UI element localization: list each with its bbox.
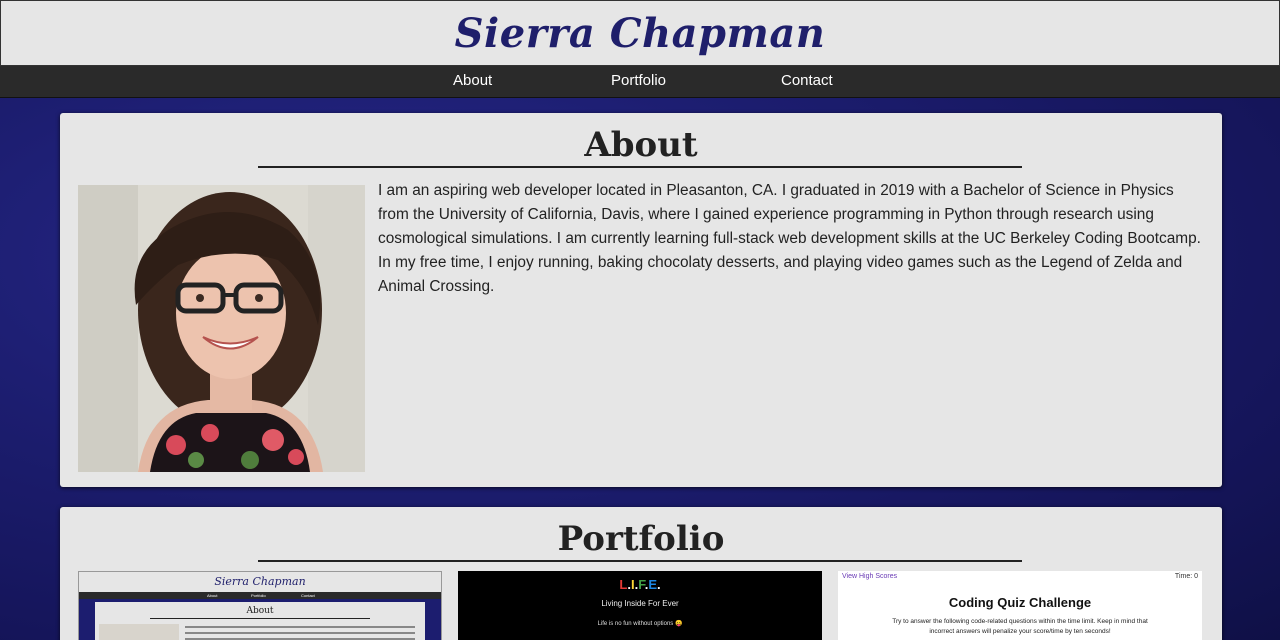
- life-title: L.I.F.E.: [458, 577, 822, 592]
- mini-about-heading: About: [246, 606, 274, 616]
- about-divider: [258, 166, 1022, 168]
- navbar: About Portfolio Contact: [0, 66, 1280, 98]
- mini-nav-contact: Contact: [301, 593, 315, 598]
- life-title-letter: .: [657, 577, 661, 592]
- nav-portfolio-link[interactable]: Portfolio: [611, 72, 666, 89]
- nav-contact-link[interactable]: Contact: [781, 72, 833, 89]
- mini-about-card: About: [95, 602, 425, 640]
- mini-text-lines: [185, 622, 415, 640]
- about-section: About I am an aspiring web developer loc…: [60, 113, 1222, 487]
- life-title-letter: E: [648, 577, 657, 592]
- site-header: Sierra Chapman: [0, 0, 1280, 66]
- profile-photo: [78, 185, 365, 472]
- mini-divider: [150, 618, 370, 619]
- project-thumb-portfolio[interactable]: Sierra Chapman About Portfolio Contact A…: [78, 571, 442, 640]
- quiz-title: Coding Quiz Challenge: [948, 595, 1092, 610]
- portfolio-heading: Portfolio: [557, 519, 725, 559]
- nav-about-link[interactable]: About: [453, 72, 492, 89]
- site-title: Sierra Chapman: [454, 9, 826, 57]
- mini-site-title: Sierra Chapman: [79, 572, 441, 592]
- quiz-timer: Time: 0: [1174, 573, 1198, 580]
- project-thumb-life[interactable]: L.I.F.E. Living Inside For Ever Life is …: [458, 571, 822, 640]
- life-tagline: Life is no fun without options 😛: [597, 621, 683, 627]
- about-bio: I am an aspiring web developer located i…: [378, 182, 1201, 295]
- mini-photo: [99, 624, 179, 640]
- about-heading: About: [584, 125, 698, 165]
- mini-nav-about: About: [207, 593, 218, 598]
- profile-photo-illustration: [78, 185, 365, 472]
- mini-navbar: About Portfolio Contact: [79, 592, 441, 599]
- mini-nav-portfolio: Portfolio: [251, 593, 266, 598]
- portfolio-divider: [258, 560, 1022, 562]
- quiz-description: Try to answer the following code-related…: [892, 618, 1148, 635]
- project-thumb-quiz[interactable]: View High Scores Time: 0 Coding Quiz Cha…: [838, 571, 1202, 640]
- quiz-high-scores-link[interactable]: View High Scores: [842, 573, 897, 580]
- portfolio-section: Portfolio Sierra Chapman About Portfolio…: [60, 507, 1222, 640]
- life-subtitle: Living Inside For Ever: [601, 599, 679, 608]
